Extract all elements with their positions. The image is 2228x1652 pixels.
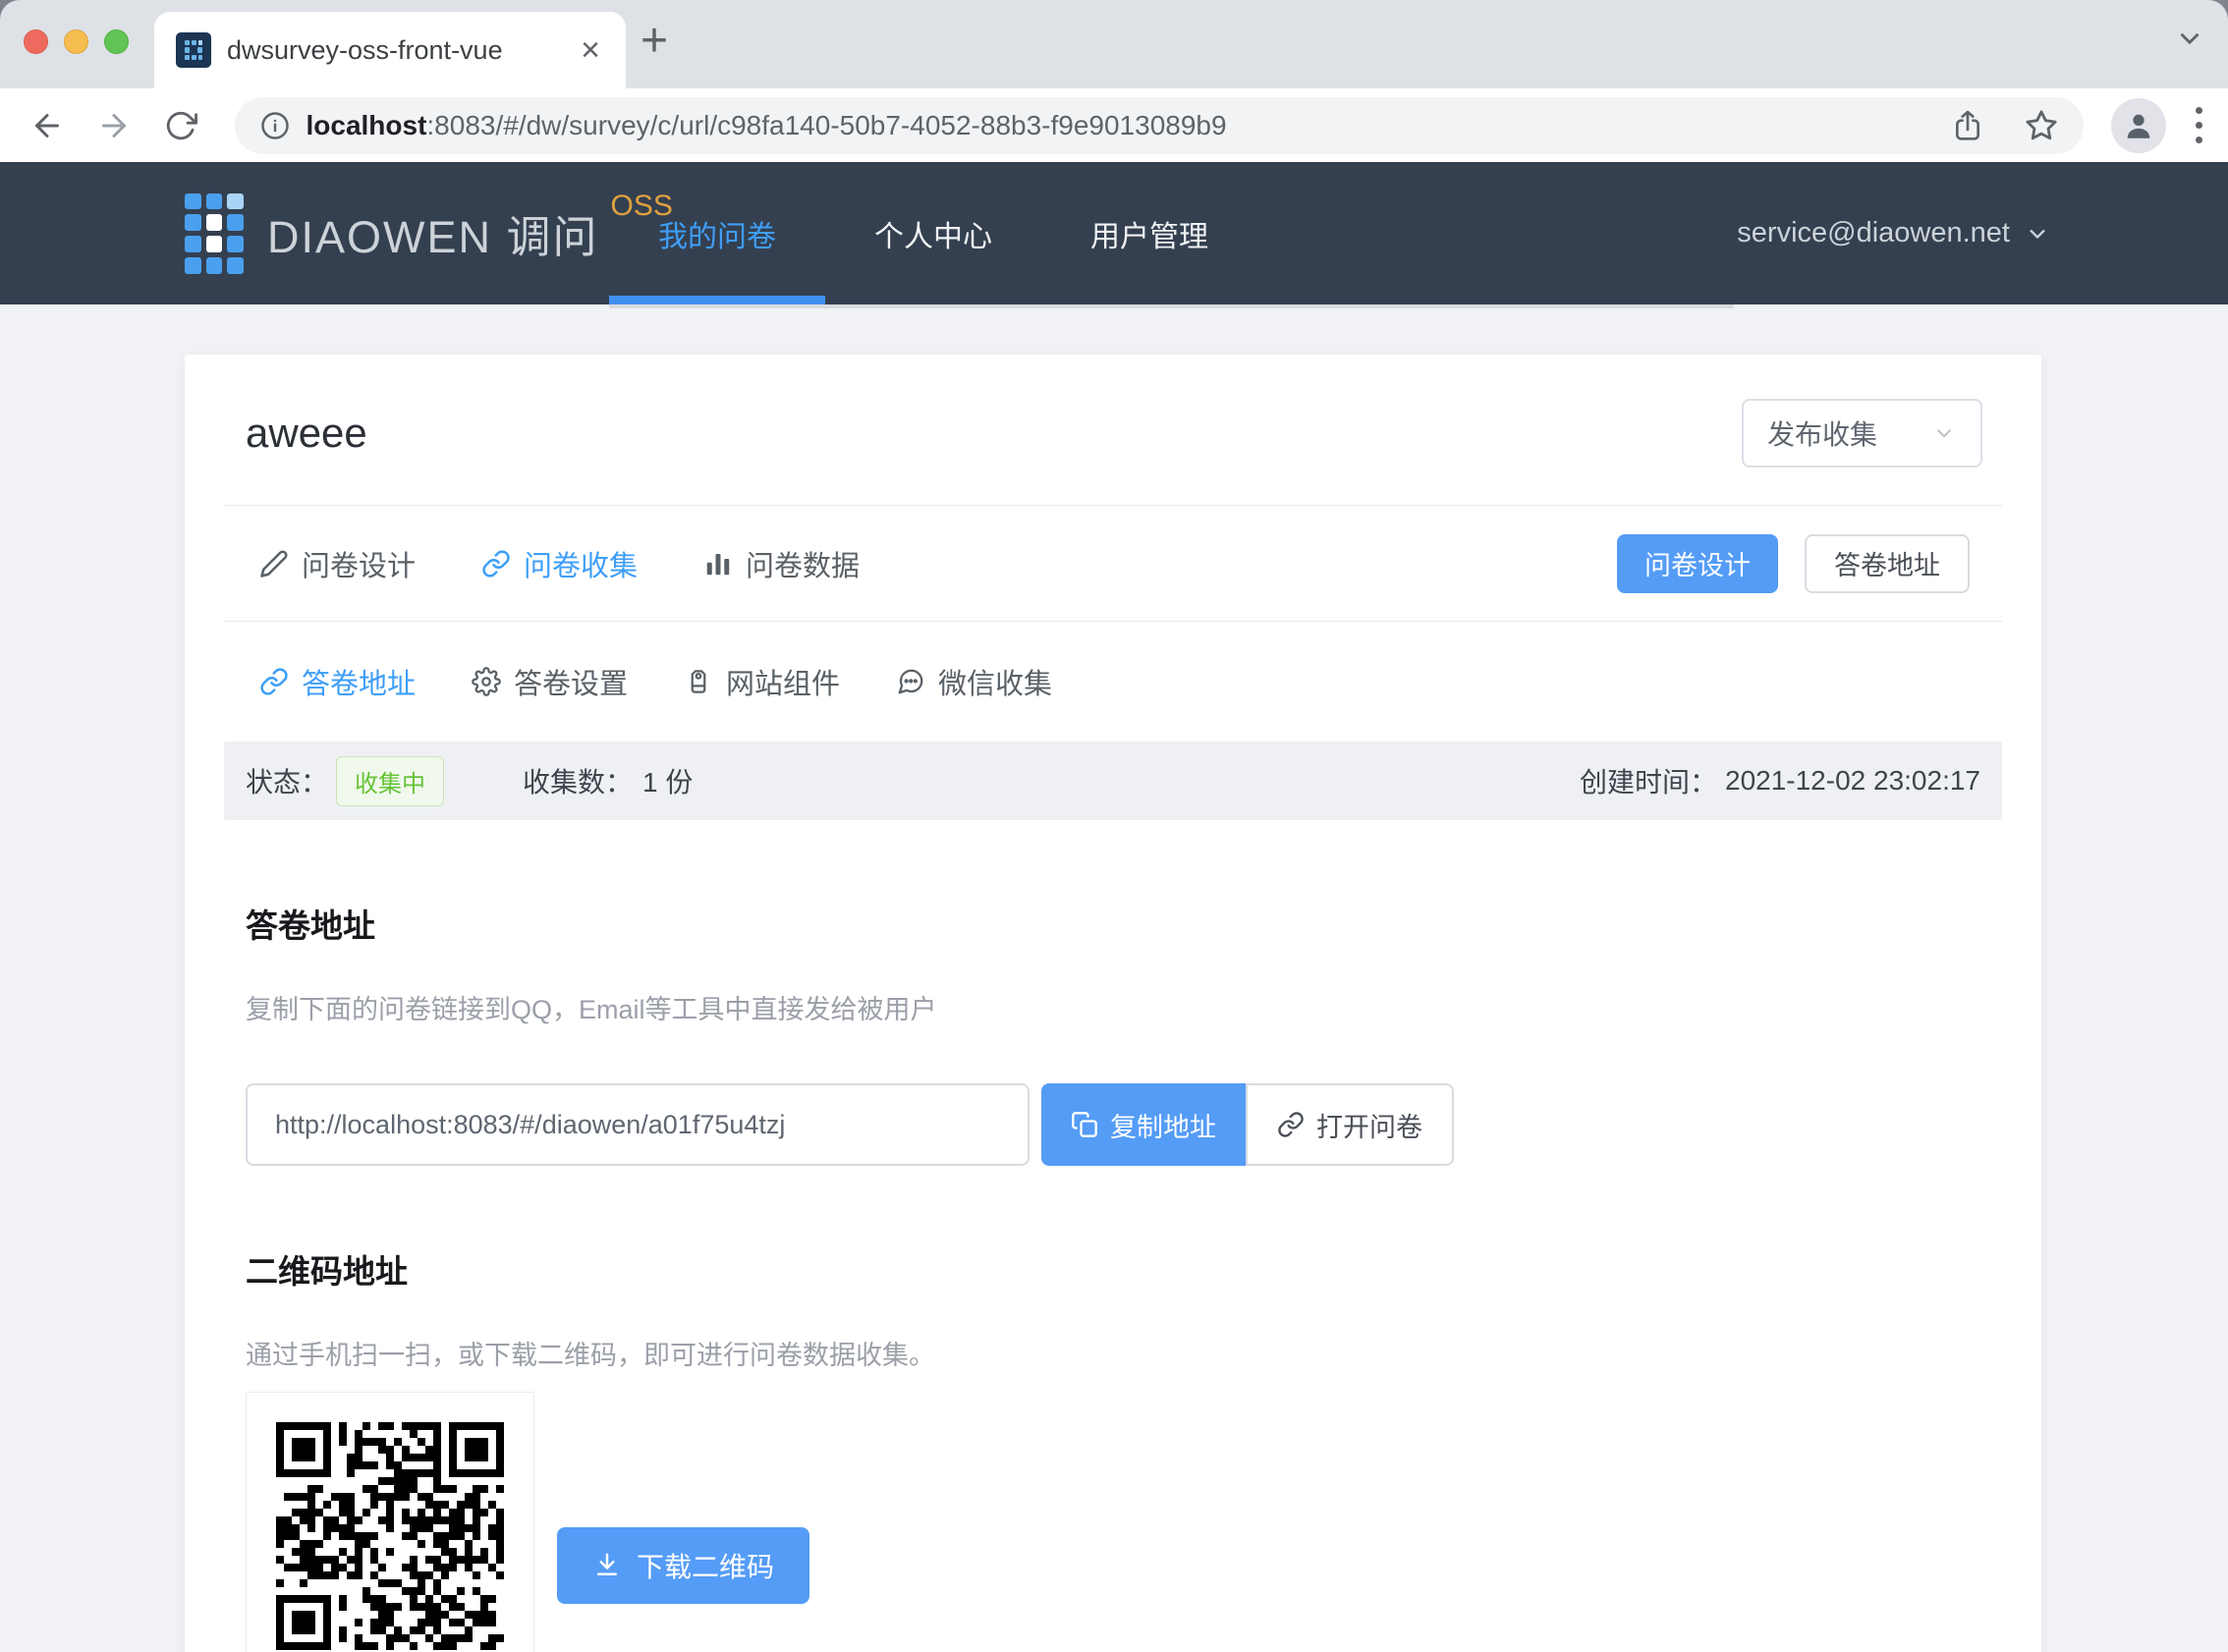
- link-icon: [1277, 1111, 1305, 1138]
- status-badge: 收集中: [336, 756, 444, 806]
- qr-code-box: [246, 1392, 534, 1652]
- new-tab-button[interactable]: +: [641, 14, 668, 68]
- back-icon[interactable]: [28, 106, 67, 145]
- browser-window: dwsurvey-oss-front-vue × + localhost:808…: [0, 0, 2228, 1652]
- info-icon[interactable]: [260, 111, 290, 140]
- count-value: 1 份: [642, 761, 693, 800]
- subtab-site-widget[interactable]: 网站组件: [684, 661, 840, 702]
- close-tab-icon[interactable]: ×: [577, 33, 604, 67]
- link-icon: [481, 549, 511, 578]
- bookmark-star-icon[interactable]: [2025, 109, 2058, 142]
- answer-url-description: 复制下面的问卷链接到QQ，Email等工具中直接发给被用户: [246, 993, 2002, 1026]
- app-navbar: DIAOWEN 调问 OSS 我的问卷 个人中心 用户管理 service@di…: [0, 162, 2228, 304]
- brand-name: DIAOWEN 调问: [267, 201, 599, 265]
- edit-icon: [259, 549, 289, 578]
- site-favicon-icon: [176, 32, 211, 68]
- user-email: service@diaowen.net: [1737, 217, 2010, 249]
- menu-dots-icon[interactable]: [2196, 107, 2202, 143]
- tab-title: dwsurvey-oss-front-vue: [227, 35, 577, 66]
- answer-address-button[interactable]: 答卷地址: [1805, 534, 1970, 593]
- download-qrcode-button[interactable]: 下载二维码: [557, 1527, 809, 1604]
- publish-select[interactable]: 发布收集: [1742, 399, 1982, 468]
- subtab-answer-settings[interactable]: 答卷设置: [472, 661, 628, 702]
- subtab-wechat-collect[interactable]: 微信收集: [896, 661, 1052, 702]
- survey-title: aweee: [246, 410, 367, 457]
- qrcode-description: 通过手机扫一扫，或下载二维码，即可进行问卷数据收集。: [246, 1339, 2002, 1372]
- tab-survey-design[interactable]: 问卷设计: [259, 543, 416, 584]
- qrcode-heading: 二维码地址: [246, 1252, 2002, 1292]
- zoom-window-button[interactable]: [104, 29, 129, 54]
- nav-item-my-surveys[interactable]: 我的问卷: [609, 162, 825, 304]
- minimize-window-button[interactable]: [64, 29, 88, 54]
- forward-icon[interactable]: [94, 106, 134, 145]
- tab-strip: dwsurvey-oss-front-vue × +: [0, 0, 2228, 88]
- chart-icon: [703, 549, 733, 578]
- chevron-down-icon: [1931, 420, 1957, 446]
- answer-url-heading: 答卷地址: [246, 907, 2002, 946]
- survey-design-button[interactable]: 问卷设计: [1617, 534, 1778, 593]
- traffic-lights: [24, 29, 129, 54]
- copy-icon: [1071, 1111, 1098, 1138]
- tab-survey-collect[interactable]: 问卷收集: [481, 543, 638, 584]
- copy-address-button[interactable]: 复制地址: [1041, 1083, 1246, 1166]
- nav-item-user-management[interactable]: 用户管理: [1041, 162, 1257, 304]
- menu-underline: [609, 304, 1734, 308]
- count-label: 收集数：: [523, 761, 633, 800]
- nav-item-profile[interactable]: 个人中心: [825, 162, 1041, 304]
- created-label: 创建时间：: [1580, 761, 1717, 800]
- gear-icon: [472, 667, 501, 696]
- url-host: localhost: [306, 110, 426, 140]
- main-menu: 我的问卷 个人中心 用户管理: [609, 162, 1257, 304]
- created-value: 2021-12-02 23:02:17: [1725, 765, 1980, 797]
- reload-icon[interactable]: [161, 106, 200, 145]
- tag-icon: [684, 667, 713, 696]
- page-background: aweee 发布收集 问卷设计 问卷收集 问卷数据: [0, 304, 2228, 1652]
- open-survey-button[interactable]: 打开问卷: [1246, 1083, 1454, 1166]
- chevron-down-icon: [2024, 220, 2051, 248]
- survey-url-input[interactable]: [246, 1083, 1030, 1166]
- subtab-answer-address[interactable]: 答卷地址: [259, 661, 416, 702]
- status-bar: 状态： 收集中 收集数： 1 份 创建时间： 2021-12-02 23:02:…: [224, 742, 2002, 820]
- url-text: localhost:8083/#/dw/survey/c/url/c98fa14…: [306, 110, 1226, 141]
- browser-tab[interactable]: dwsurvey-oss-front-vue ×: [154, 12, 626, 88]
- url-path: :8083/#/dw/survey/c/url/c98fa140-50b7-40…: [426, 110, 1226, 140]
- tab-search-chevron-icon[interactable]: [2173, 22, 2206, 55]
- user-dropdown[interactable]: service@diaowen.net: [1737, 162, 2051, 304]
- close-window-button[interactable]: [24, 29, 48, 54]
- avatar-icon[interactable]: [2111, 98, 2166, 153]
- qr-code-image: [276, 1422, 504, 1650]
- grid-logo-icon: [185, 193, 244, 274]
- survey-card: aweee 发布收集 问卷设计 问卷收集 问卷数据: [185, 355, 2041, 1652]
- chat-icon: [896, 667, 925, 696]
- status-label: 状态：: [246, 761, 328, 800]
- browser-toolbar: localhost:8083/#/dw/survey/c/url/c98fa14…: [0, 88, 2228, 162]
- share-icon[interactable]: [1952, 110, 1983, 141]
- tab-survey-data[interactable]: 问卷数据: [703, 543, 860, 584]
- publish-select-value: 发布收集: [1767, 413, 1877, 453]
- address-bar[interactable]: localhost:8083/#/dw/survey/c/url/c98fa14…: [235, 97, 2084, 154]
- link-icon: [259, 667, 289, 696]
- download-icon: [592, 1551, 622, 1580]
